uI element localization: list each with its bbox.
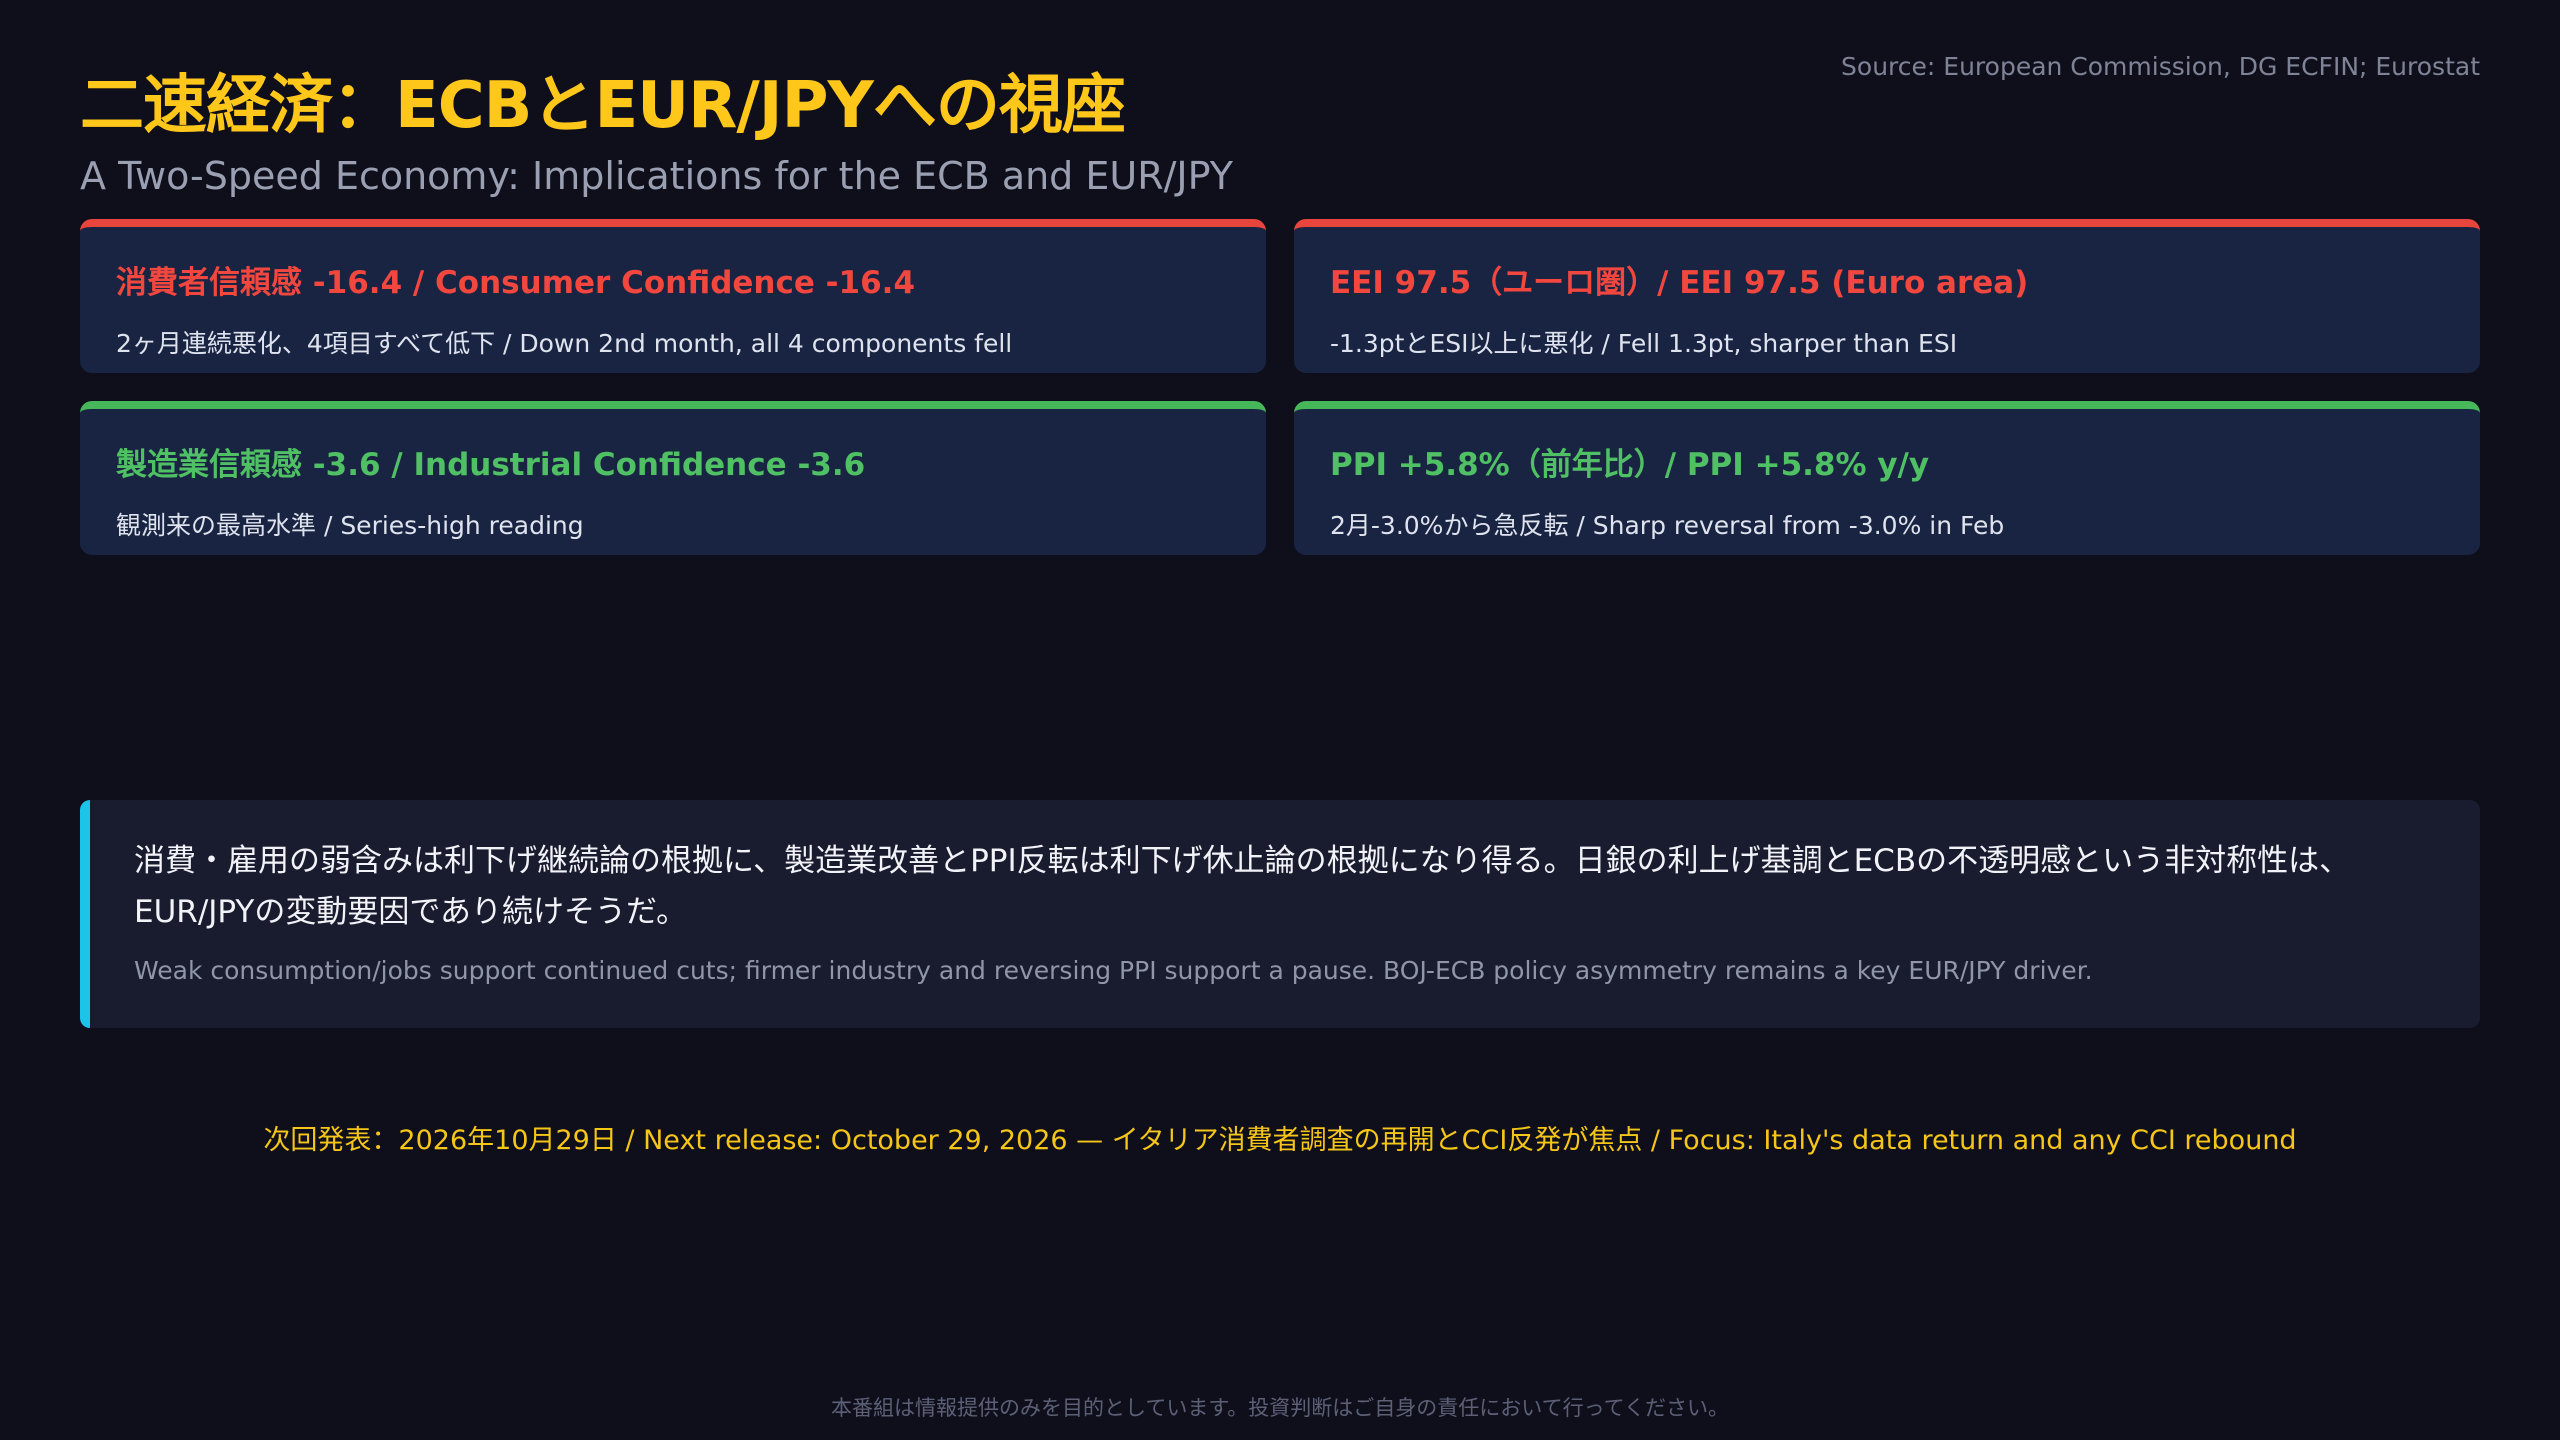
slide: Source: European Commission, DG ECFIN; E…	[0, 0, 2560, 1440]
page-subtitle: A Two-Speed Economy: Implications for th…	[80, 154, 1233, 198]
page-title: 二速経済：ECBとEUR/JPYへの視座	[80, 69, 1126, 143]
analysis-callout: 消費・雇用の弱含みは利下げ継続論の根拠に、製造業改善とPPI反転は利下げ休止論の…	[80, 800, 2480, 1028]
card-title: 製造業信頼感 -3.6 / Industrial Confidence -3.6	[116, 447, 866, 483]
card-subtitle: 2ヶ月連続悪化、4項目すべて低下 / Down 2nd month, all 4…	[116, 329, 1013, 358]
card-subtitle: 2月-3.0%から急反転 / Sharp reversal from -3.0%…	[1330, 511, 2005, 540]
card-eei: EEI 97.5（ユーロ圏）/ EEI 97.5 (Euro area) -1.…	[1294, 219, 2480, 373]
card-title: PPI +5.8%（前年比）/ PPI +5.8% y/y	[1330, 447, 1930, 483]
source-label: Source: European Commission, DG ECFIN; E…	[1841, 52, 2480, 81]
analysis-text-jp: 消費・雇用の弱含みは利下げ継続論の根拠に、製造業改善とPPI反転は利下げ休止論の…	[134, 843, 2351, 930]
next-release-label: 次回発表：2026年10月29日 / Next release: October…	[263, 1125, 2297, 1156]
card-ppi: PPI +5.8%（前年比）/ PPI +5.8% y/y 2月-3.0%から急…	[1294, 401, 2480, 555]
card-title: EEI 97.5（ユーロ圏）/ EEI 97.5 (Euro area)	[1330, 265, 2029, 301]
card-industrial-confidence: 製造業信頼感 -3.6 / Industrial Confidence -3.6…	[80, 401, 1266, 555]
card-subtitle: 観測来の最高水準 / Series-high reading	[116, 511, 584, 540]
card-title: 消費者信頼感 -16.4 / Consumer Confidence -16.4	[116, 265, 916, 301]
indicator-grid: 消費者信頼感 -16.4 / Consumer Confidence -16.4…	[80, 219, 2480, 555]
disclaimer: 本番組は情報提供のみを目的としています。投資判断はご自身の責任において行ってくだ…	[831, 1396, 1729, 1420]
card-subtitle: -1.3ptとESI以上に悪化 / Fell 1.3pt, sharper th…	[1330, 329, 1958, 358]
card-consumer-confidence: 消費者信頼感 -16.4 / Consumer Confidence -16.4…	[80, 219, 1266, 373]
analysis-text-en: Weak consumption/jobs support continued …	[134, 956, 2093, 985]
